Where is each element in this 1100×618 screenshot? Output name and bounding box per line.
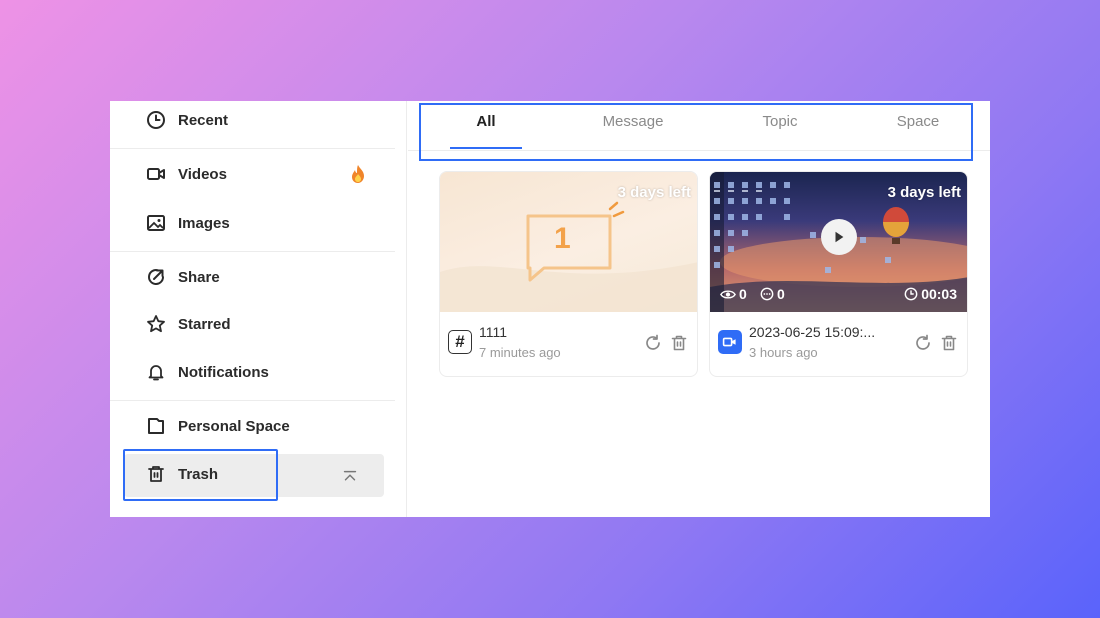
sidebar-item-trash[interactable]: Trash: [146, 459, 218, 489]
sidebar-item-recent[interactable]: Recent: [146, 105, 228, 135]
sidebar-item-label: Personal Space: [178, 417, 290, 435]
folder-icon: [146, 416, 166, 436]
days-left-label: 3 days left: [617, 184, 691, 201]
video-icon: [718, 330, 742, 354]
tab-bar: All Message Topic Space: [408, 101, 990, 151]
restore-button[interactable]: [644, 334, 662, 352]
clock-icon: [146, 110, 166, 130]
sidebar-item-label: Trash: [178, 465, 219, 483]
comments-count: 0: [760, 286, 785, 302]
card-footer: # 1111 7 minutes ago: [440, 312, 697, 376]
restore-button[interactable]: [914, 334, 932, 352]
play-icon: [835, 231, 844, 243]
days-left-label: 3 days left: [887, 184, 961, 201]
card-title: 2023-06-25 15:09:...: [749, 324, 876, 340]
video-duration: 00:03: [904, 286, 957, 302]
delete-button[interactable]: [940, 334, 958, 352]
chevron-up-icon: [343, 470, 357, 481]
trash-icon: [146, 464, 166, 484]
tab-message[interactable]: Message: [578, 113, 688, 137]
star-icon: [146, 314, 166, 334]
trash-card-message[interactable]: 1 3 days left # 1111 7 minutes ago: [439, 171, 698, 377]
sidebar-item-label: Recent: [178, 111, 229, 129]
trash-icon: [671, 335, 687, 351]
bell-icon: [146, 362, 166, 382]
delete-button[interactable]: [670, 334, 688, 352]
card-thumbnail: 1 3 days left: [440, 172, 697, 312]
sidebar-item-label: Images: [178, 214, 230, 232]
divider: [110, 148, 395, 149]
trash-icon: [941, 335, 957, 351]
views-count: 0: [720, 286, 747, 302]
video-camera-icon: [146, 164, 166, 184]
sidebar-item-videos[interactable]: Videos: [146, 159, 227, 189]
sidebar: Recent Videos Images Share Starred Notif…: [110, 101, 407, 517]
fire-icon: [347, 163, 369, 185]
share-icon: [146, 267, 166, 287]
image-icon: [146, 213, 166, 233]
sidebar-item-share[interactable]: Share: [146, 262, 220, 292]
play-button[interactable]: [821, 219, 857, 255]
card-title: 1111: [479, 324, 508, 340]
sidebar-item-label: Notifications: [178, 363, 269, 381]
sidebar-item-notifications[interactable]: Notifications: [146, 357, 269, 387]
eye-icon: [720, 289, 736, 299]
restore-icon: [646, 334, 660, 350]
tab-topic[interactable]: Topic: [730, 113, 830, 137]
card-time: 7 minutes ago: [479, 345, 561, 360]
tab-active-indicator: [450, 147, 522, 149]
sidebar-item-label: Starred: [178, 315, 231, 333]
clock-icon: [904, 287, 918, 301]
sidebar-item-images[interactable]: Images: [146, 208, 230, 238]
restore-icon: [916, 334, 930, 350]
hash-icon: #: [448, 330, 472, 354]
comment-icon: [760, 287, 774, 301]
collapse-button[interactable]: [338, 465, 362, 489]
divider: [110, 251, 395, 252]
sidebar-item-label: Videos: [178, 165, 227, 183]
divider: [110, 400, 395, 401]
sidebar-item-starred[interactable]: Starred: [146, 309, 231, 339]
app-frame: Recent Videos Images Share Starred Notif…: [110, 101, 990, 517]
tab-all[interactable]: All: [450, 113, 522, 137]
card-thumbnail: 3 days left 0 0 00:03: [710, 172, 967, 312]
sidebar-item-label: Share: [178, 268, 220, 286]
card-time: 3 hours ago: [749, 345, 818, 360]
thumbnail-number: 1: [554, 222, 571, 255]
sidebar-item-personal-space[interactable]: Personal Space: [146, 411, 290, 441]
tab-space[interactable]: Space: [868, 113, 968, 137]
card-footer: 2023-06-25 15:09:... 3 hours ago: [710, 312, 967, 376]
trash-card-video[interactable]: 3 days left 0 0 00:03 2023-06-25 15:09:.…: [709, 171, 968, 377]
